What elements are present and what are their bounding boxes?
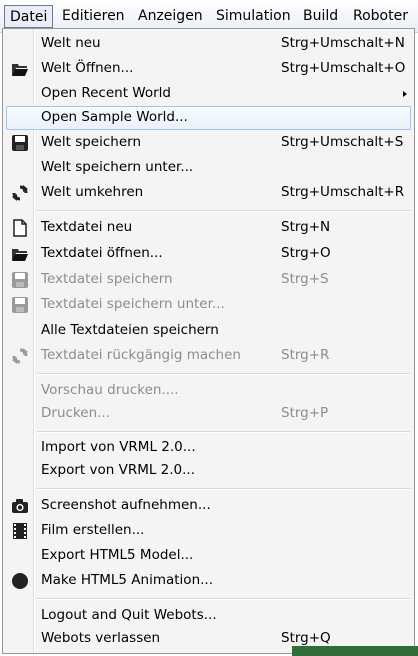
menu-item-shortcut: Strg+Q — [281, 630, 331, 646]
menu-anzeigen[interactable]: Anzeigen — [138, 5, 203, 28]
menu-datei[interactable]: Datei — [4, 5, 53, 28]
save-icon — [11, 296, 29, 314]
menu-separator — [37, 488, 410, 490]
folder-open-icon — [11, 245, 29, 263]
menu-item-logout-quit[interactable]: Logout and Quit Webots... — [6, 604, 411, 628]
menu-item-welt-speichern[interactable]: Welt speichern Strg+Umschalt+S — [6, 131, 411, 155]
menu-item-shortcut: Strg+Umschalt+O — [281, 60, 406, 76]
menu-item-welt-neu[interactable]: Welt neu Strg+Umschalt+N — [6, 32, 411, 56]
menu-item-label: Open Recent World — [41, 85, 171, 101]
submenu-arrow-icon — [403, 91, 407, 97]
menu-item-label: Vorschau drucken.... — [41, 382, 179, 398]
camera-icon — [11, 497, 29, 515]
new-file-icon — [11, 219, 29, 237]
menu-simulation[interactable]: Simulation — [216, 5, 291, 28]
menu-item-export-html5-model[interactable]: Export HTML5 Model... — [6, 544, 411, 568]
menu-item-shortcut: Strg+Umschalt+R — [281, 184, 405, 200]
menu-item-welt-umkehren[interactable]: Welt umkehren Strg+Umschalt+R — [6, 181, 411, 205]
background-window-edge — [292, 646, 418, 656]
menu-item-textdatei-oeffnen[interactable]: Textdatei öffnen... Strg+O — [6, 242, 411, 266]
menu-item-label: Import von VRML 2.0... — [41, 439, 196, 455]
menu-item-label: Make HTML5 Animation... — [41, 572, 213, 588]
menu-item-open-sample-world[interactable]: Open Sample World... — [6, 106, 411, 130]
menu-item-label: Textdatei speichern — [41, 271, 173, 287]
menu-item-label: Export HTML5 Model... — [41, 547, 194, 563]
menu-item-shortcut: Strg+P — [281, 405, 329, 421]
menu-separator — [37, 431, 410, 433]
menu-separator — [37, 373, 410, 375]
menu-item-shortcut: Strg+Umschalt+N — [281, 35, 405, 51]
menu-item-shortcut: Strg+O — [281, 245, 331, 261]
film-icon — [11, 522, 29, 540]
save-icon — [11, 271, 29, 289]
menu-item-label: Welt neu — [41, 35, 101, 51]
menu-item-label: Webots verlassen — [41, 630, 161, 646]
file-dropdown-menu: Welt neu Strg+Umschalt+N Welt Öffnen... … — [2, 28, 415, 654]
menu-item-shortcut: Strg+S — [281, 271, 329, 287]
record-icon — [11, 572, 29, 590]
menu-item-label: Welt Öffnen... — [41, 60, 134, 76]
menu-item-label: Textdatei speichern unter... — [41, 296, 225, 312]
menu-editieren[interactable]: Editieren — [62, 5, 125, 28]
menu-item-label: Textdatei rückgängig machen — [41, 347, 241, 363]
menu-item-textdatei-speichern[interactable]: Textdatei speichern Strg+S — [6, 268, 411, 292]
menu-separator — [37, 598, 410, 600]
menu-item-welt-speichern-unter[interactable]: Welt speichern unter... — [6, 156, 411, 180]
menu-item-label: Welt speichern unter... — [41, 159, 194, 175]
menu-build[interactable]: Build — [303, 5, 338, 28]
menu-item-welt-oeffnen[interactable]: Welt Öffnen... Strg+Umschalt+O — [6, 57, 411, 81]
menu-separator — [37, 210, 410, 212]
menu-item-label: Export von VRML 2.0... — [41, 462, 195, 478]
menu-item-textdatei-neu[interactable]: Textdatei neu Strg+N — [6, 216, 411, 240]
menu-item-film-erstellen[interactable]: Film erstellen... — [6, 519, 411, 543]
revert-icon — [11, 347, 29, 365]
menu-item-alle-textdateien-speichern[interactable]: Alle Textdateien speichern — [6, 319, 411, 343]
menu-item-label: Logout and Quit Webots... — [41, 607, 217, 623]
menu-item-export-vrml[interactable]: Export von VRML 2.0... — [6, 459, 411, 483]
menu-item-open-recent-world[interactable]: Open Recent World — [6, 82, 411, 106]
menu-item-screenshot[interactable]: Screenshot aufnehmen... — [6, 494, 411, 518]
menu-roboter[interactable]: Roboter — [353, 5, 408, 28]
menu-item-make-html5-animation[interactable]: Make HTML5 Animation... — [6, 569, 411, 593]
revert-icon — [11, 184, 29, 202]
menu-item-shortcut: Strg+R — [281, 347, 330, 363]
menu-item-shortcut: Strg+N — [281, 219, 331, 235]
save-icon — [11, 134, 29, 152]
menu-item-label: Film erstellen... — [41, 522, 145, 538]
menu-item-label: Welt umkehren — [41, 184, 144, 200]
menu-item-label: Screenshot aufnehmen... — [41, 497, 211, 513]
menu-item-label: Open Sample World... — [41, 109, 188, 125]
menu-item-label: Alle Textdateien speichern — [41, 322, 219, 338]
menu-item-label: Welt speichern — [41, 134, 142, 150]
folder-open-icon — [11, 60, 29, 78]
menu-item-label: Textdatei öffnen... — [41, 245, 163, 261]
menu-item-shortcut: Strg+Umschalt+S — [281, 134, 404, 150]
menu-item-textdatei-rueckgaengig[interactable]: Textdatei rückgängig machen Strg+R — [6, 344, 411, 368]
menu-item-drucken[interactable]: Drucken... Strg+P — [6, 402, 411, 426]
menu-item-label: Textdatei neu — [41, 219, 133, 235]
menu-item-textdatei-speichern-unter[interactable]: Textdatei speichern unter... — [6, 293, 411, 317]
menu-item-label: Drucken... — [41, 405, 110, 421]
menu-item-import-vrml[interactable]: Import von VRML 2.0... — [6, 436, 411, 460]
menu-item-vorschau-drucken[interactable]: Vorschau drucken.... — [6, 379, 411, 403]
